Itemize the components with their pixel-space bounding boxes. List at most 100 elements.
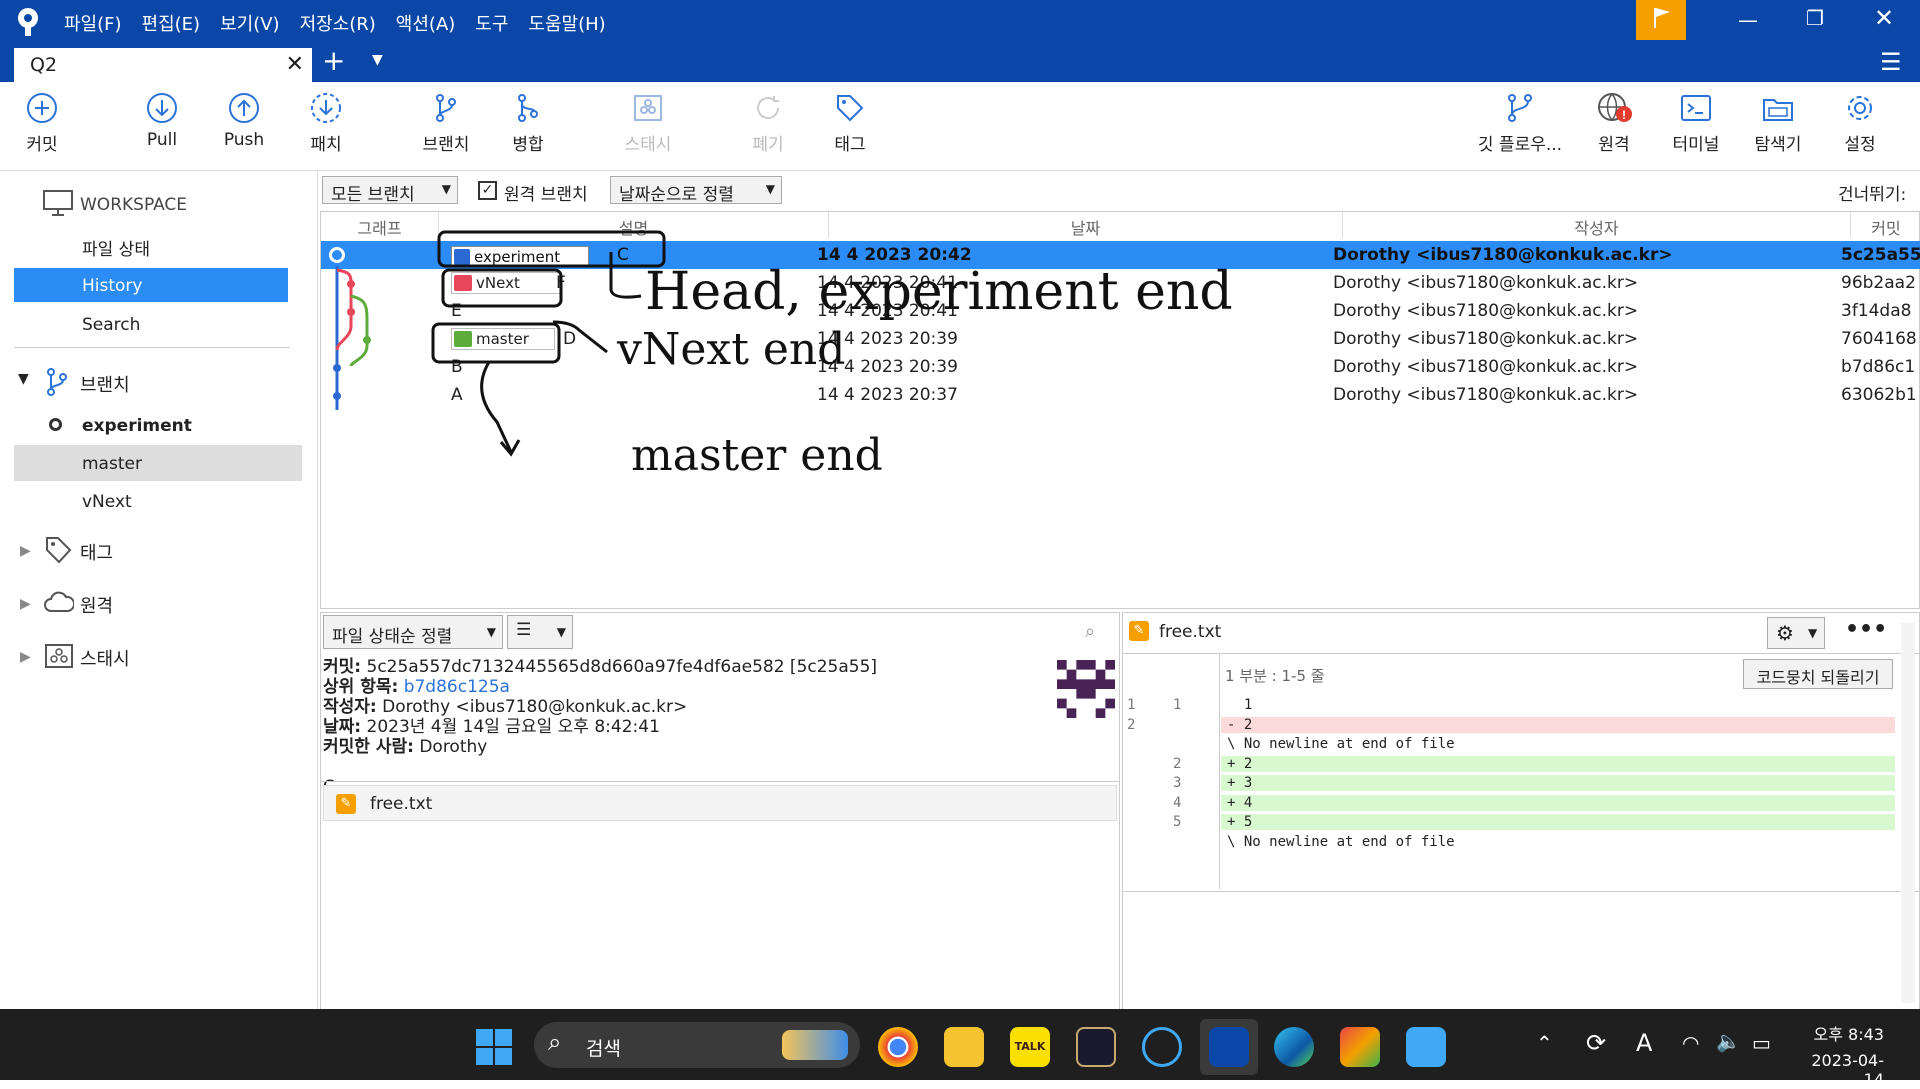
tags-heading[interactable]: 태그	[80, 539, 113, 565]
changed-file-row[interactable]: ✎ free.txt	[323, 785, 1117, 821]
sort-dropdown[interactable]: 날짜순으로 정렬 ▼	[610, 176, 782, 205]
branch-button[interactable]: 브랜치	[406, 92, 486, 155]
menu-edit[interactable]: 편집(E)	[142, 10, 201, 36]
menu-help[interactable]: 도움말(H)	[528, 10, 605, 36]
flag-button[interactable]	[1636, 0, 1686, 40]
branches-heading[interactable]: 브랜치	[80, 371, 130, 397]
windows-start-icon[interactable]	[476, 1029, 512, 1065]
merge-button[interactable]: 병합	[488, 92, 568, 155]
hamburger-menu-icon[interactable]: ☰	[1880, 48, 1902, 76]
new-tab-button[interactable]: +	[322, 44, 345, 77]
avatar	[1057, 660, 1115, 718]
app-c-icon[interactable]	[1142, 1027, 1182, 1067]
sidebar-item-file-status[interactable]: 파일 상태	[82, 235, 150, 260]
sidebar-item-vnext[interactable]: vNext	[82, 492, 132, 512]
remotes-heading[interactable]: 원격	[80, 592, 113, 618]
notepad-icon[interactable]	[1406, 1027, 1446, 1067]
patch-button[interactable]: 패치	[286, 92, 366, 155]
menu-repository[interactable]: 저장소(R)	[300, 10, 376, 36]
new-line-number: 1	[1173, 697, 1182, 713]
master-label: master	[82, 454, 142, 474]
new-line-number: 2	[1173, 755, 1182, 772]
git-app-icon[interactable]	[1340, 1027, 1380, 1067]
search-icon[interactable]: ⌕	[1085, 621, 1095, 642]
sidebar-item-search[interactable]: Search	[82, 315, 140, 335]
menu-tools[interactable]: 도구	[475, 10, 508, 36]
scrollbar[interactable]	[1901, 623, 1915, 1003]
parent-label: 상위 항목:	[323, 677, 399, 697]
settings-button[interactable]: 설정	[1820, 92, 1900, 155]
modified-file-icon: ✎	[336, 794, 356, 814]
discard-button[interactable]: 폐기	[728, 92, 808, 155]
terminal-icon	[1681, 95, 1711, 121]
clock[interactable]: 오후 8:43 2023-04-14	[1804, 1021, 1884, 1089]
gitflow-button[interactable]: 깃 플로우...	[1470, 92, 1570, 155]
sidebar-item-master[interactable]: master	[14, 445, 302, 481]
merge-label: 병합	[512, 135, 544, 155]
sync-icon[interactable]: ⟳	[1586, 1029, 1606, 1057]
wifi-icon[interactable]: ◠	[1682, 1031, 1699, 1055]
sidebar: WORKSPACE 파일 상태 History Search ▼ 브랜치 exp…	[0, 171, 318, 1009]
terminal-button[interactable]: 터미널	[1656, 92, 1736, 155]
remote-branches-label: 원격 브랜치	[504, 185, 588, 205]
taskbar-search-box[interactable]: ⌕ 검색	[534, 1022, 860, 1068]
sourcetree-taskbar-button[interactable]	[1200, 1019, 1258, 1075]
minimize-button[interactable]: —	[1738, 8, 1758, 32]
remote-label: 원격	[1598, 135, 1630, 155]
tag-button[interactable]: 태그	[810, 92, 890, 155]
changed-file-name: free.txt	[370, 794, 433, 814]
battery-icon[interactable]: ▭	[1752, 1031, 1771, 1055]
push-button[interactable]: Push	[204, 92, 284, 150]
revert-hunk-button[interactable]: 코드뭉치 되돌리기	[1743, 659, 1893, 689]
skip-label: 건너뛰기:	[1838, 185, 1907, 205]
restore-button[interactable]: ❐	[1806, 6, 1824, 30]
menu-file[interactable]: 파일(F)	[64, 10, 122, 36]
sidebar-item-experiment[interactable]: experiment	[82, 416, 192, 436]
stashes-heading[interactable]: 스태시	[80, 645, 130, 671]
ime-icon[interactable]: A	[1636, 1029, 1652, 1057]
chevron-down-icon[interactable]: ▼	[18, 371, 29, 387]
tab-q2[interactable]: Q2 ✕	[14, 48, 312, 82]
gear-icon	[1848, 96, 1872, 120]
file-sort-dropdown[interactable]: 파일 상태순 정렬 ▼	[323, 615, 503, 649]
stash-button[interactable]: 스태시	[608, 92, 688, 155]
league-icon[interactable]	[1076, 1027, 1116, 1067]
explorer-button[interactable]: 탐색기	[1738, 92, 1818, 155]
menu-view[interactable]: 보기(V)	[220, 10, 279, 36]
branch-filter-value: 모든 브랜치	[331, 185, 415, 205]
remote-button[interactable]: ! 원격	[1574, 92, 1654, 155]
commit-button[interactable]: 커밋	[2, 92, 82, 155]
tag-label: 태그	[834, 135, 866, 155]
chevron-right-icon[interactable]: ▶	[20, 649, 31, 665]
author-label: 작성자:	[323, 697, 377, 717]
parent-link[interactable]: b7d86c125a	[404, 677, 510, 697]
taskbar-search-label: 검색	[586, 1038, 621, 1060]
file-explorer-icon[interactable]	[944, 1027, 984, 1067]
menu-actions[interactable]: 액션(A)	[396, 10, 455, 36]
annotation-head: Head, experiment end	[645, 262, 1233, 322]
volume-icon[interactable]: 🔈	[1716, 1029, 1741, 1053]
kakaotalk-icon[interactable]: TALK	[1010, 1027, 1050, 1067]
gitflow-icon	[1508, 94, 1532, 122]
chevron-right-icon[interactable]: ▶	[20, 596, 31, 612]
line-text: + 4	[1221, 794, 1895, 811]
chevron-right-icon[interactable]: ▶	[20, 543, 31, 559]
pull-button[interactable]: Pull	[122, 92, 202, 150]
date-label: 날짜:	[323, 717, 362, 737]
sidebar-item-history[interactable]: History	[14, 268, 288, 302]
history-label: History	[82, 276, 143, 296]
close-tab-icon[interactable]: ✕	[286, 52, 304, 77]
view-mode-dropdown[interactable]: ☰ ▼	[507, 615, 573, 649]
tab-dropdown-icon[interactable]: ▼	[372, 52, 383, 68]
branch-filter-dropdown[interactable]: 모든 브랜치 ▼	[322, 176, 458, 205]
chrome-icon[interactable]	[878, 1027, 918, 1067]
diff-options-button[interactable]: ⚙ ▼	[1767, 617, 1825, 649]
chevron-up-icon[interactable]: ⌃	[1536, 1031, 1553, 1055]
more-options-icon[interactable]: •••	[1845, 617, 1887, 642]
remote-branches-checkbox[interactable]: ✓	[478, 181, 497, 200]
pull-label: Pull	[146, 130, 178, 150]
edge-icon[interactable]	[1274, 1027, 1314, 1067]
close-button[interactable]: ✕	[1874, 4, 1894, 32]
line-text: + 2	[1221, 755, 1895, 772]
commit-label: 커밋:	[323, 657, 362, 677]
